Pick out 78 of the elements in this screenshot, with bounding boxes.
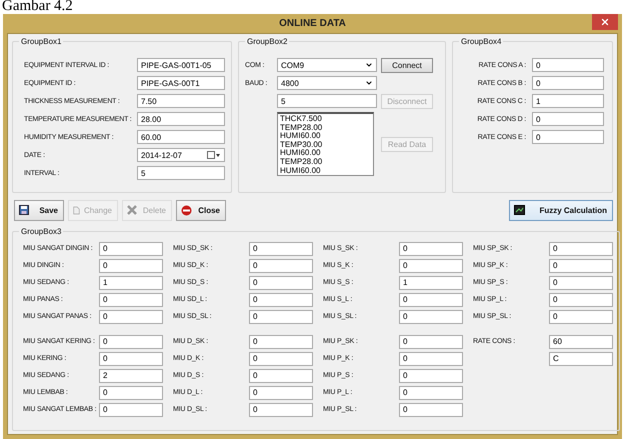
group-title: GroupBox4 [460,37,502,46]
text-field[interactable]: 5 [277,94,377,108]
text-field[interactable]: 0 [399,310,463,324]
text-field[interactable]: 60 [549,334,613,348]
log-line: TEMP30.00 [280,140,324,149]
text-field[interactable]: 5 [137,166,225,180]
log-line: HUMI60.00 [280,166,322,176]
group-title: GroupBox2 [246,37,288,46]
data-log-list[interactable]: THCK7.500 TEMP28.00 HUMI60.00 TEMP30.00 HUMI60.00 TEMP28.00 HUMI60.00 [277,112,374,176]
log-line: TEMP28.00 [280,158,324,167]
stop-icon [181,204,192,216]
text-field[interactable]: PIPE-GAS-00T1-05 [137,58,225,72]
text-field[interactable]: 0 [399,402,463,416]
log-line: HUMI60.00 [280,149,322,158]
group-title: GroupBox1 [20,37,62,46]
text-field[interactable]: 0 [399,386,463,400]
text-field[interactable]: 0 [399,352,463,366]
text-field[interactable]: 2 [99,368,163,382]
text-field[interactable]: 0 [532,130,604,144]
chevron-down-icon [365,79,373,87]
fuzzy-calculation-button[interactable]: Fuzzy Calculation [509,200,613,220]
text-field[interactable]: 1 [99,276,163,290]
text-field[interactable]: 0 [249,310,313,324]
text-field[interactable]: 0 [549,242,613,256]
text-field[interactable]: 0 [549,276,613,290]
text-field[interactable]: 0 [249,334,313,348]
text-field[interactable]: 0 [249,258,313,272]
text-field[interactable]: 0 [399,242,463,256]
text-field[interactable]: 7.50 [137,94,225,108]
group-title: GroupBox3 [20,227,62,236]
text-field[interactable]: 0 [99,310,163,324]
log-line: HUMI60.00 [280,132,322,141]
window-title: ONLINE DATA [279,18,346,29]
text-field[interactable]: 0 [549,310,613,324]
document-icon [73,204,80,216]
text-field[interactable]: 1 [399,276,463,290]
text-field[interactable]: C [549,352,613,366]
text-field[interactable]: 0 [532,112,604,126]
text-field[interactable]: 0 [249,368,313,382]
text-field[interactable]: 1 [532,94,604,108]
text-field[interactable]: 0 [399,292,463,306]
text-field[interactable]: 0 [249,352,313,366]
log-line: THCK7.500 [280,115,323,124]
calendar-dropdown-icon [207,151,221,159]
text-field[interactable]: 0 [99,402,163,416]
text-field[interactable]: 0 [399,368,463,382]
text-field[interactable]: 0 [399,334,463,348]
text-field[interactable]: 0 [99,292,163,306]
text-field[interactable]: 0 [99,386,163,400]
combo-box[interactable]: COM9 [277,58,377,72]
text-field[interactable]: 0 [99,258,163,272]
close-icon [600,17,610,27]
save-button[interactable]: Save [14,200,64,220]
text-field[interactable]: 0 [399,258,463,272]
date-picker[interactable]: 2014-12-07 [137,148,225,162]
text-field[interactable]: 0 [249,386,313,400]
text-field[interactable]: 0 [99,352,163,366]
text-field[interactable]: 0 [532,76,604,90]
close-button[interactable] [592,14,618,30]
chevron-down-icon [365,61,373,69]
text-field[interactable]: 0 [99,334,163,348]
text-field[interactable]: 0 [532,58,604,72]
text-field[interactable]: 0 [549,292,613,306]
text-field[interactable]: PIPE-GAS-00T1 [137,76,225,90]
close-button[interactable]: Close [176,200,226,220]
text-field[interactable]: 28.00 [137,112,225,126]
text-field[interactable]: 0 [249,402,313,416]
connect-button[interactable]: Connect [381,58,433,72]
log-line: TEMP28.00 [280,124,324,132]
text-field[interactable]: 0 [249,276,313,290]
combo-box[interactable]: 4800 [277,76,377,90]
chart-icon [514,205,525,215]
text-field[interactable]: 0 [99,242,163,256]
text-field[interactable]: 60.00 [137,130,225,144]
cross-icon [127,205,137,215]
text-field[interactable]: 0 [249,292,313,306]
text-field[interactable]: 0 [249,242,313,256]
text-field[interactable]: 0 [549,258,613,272]
